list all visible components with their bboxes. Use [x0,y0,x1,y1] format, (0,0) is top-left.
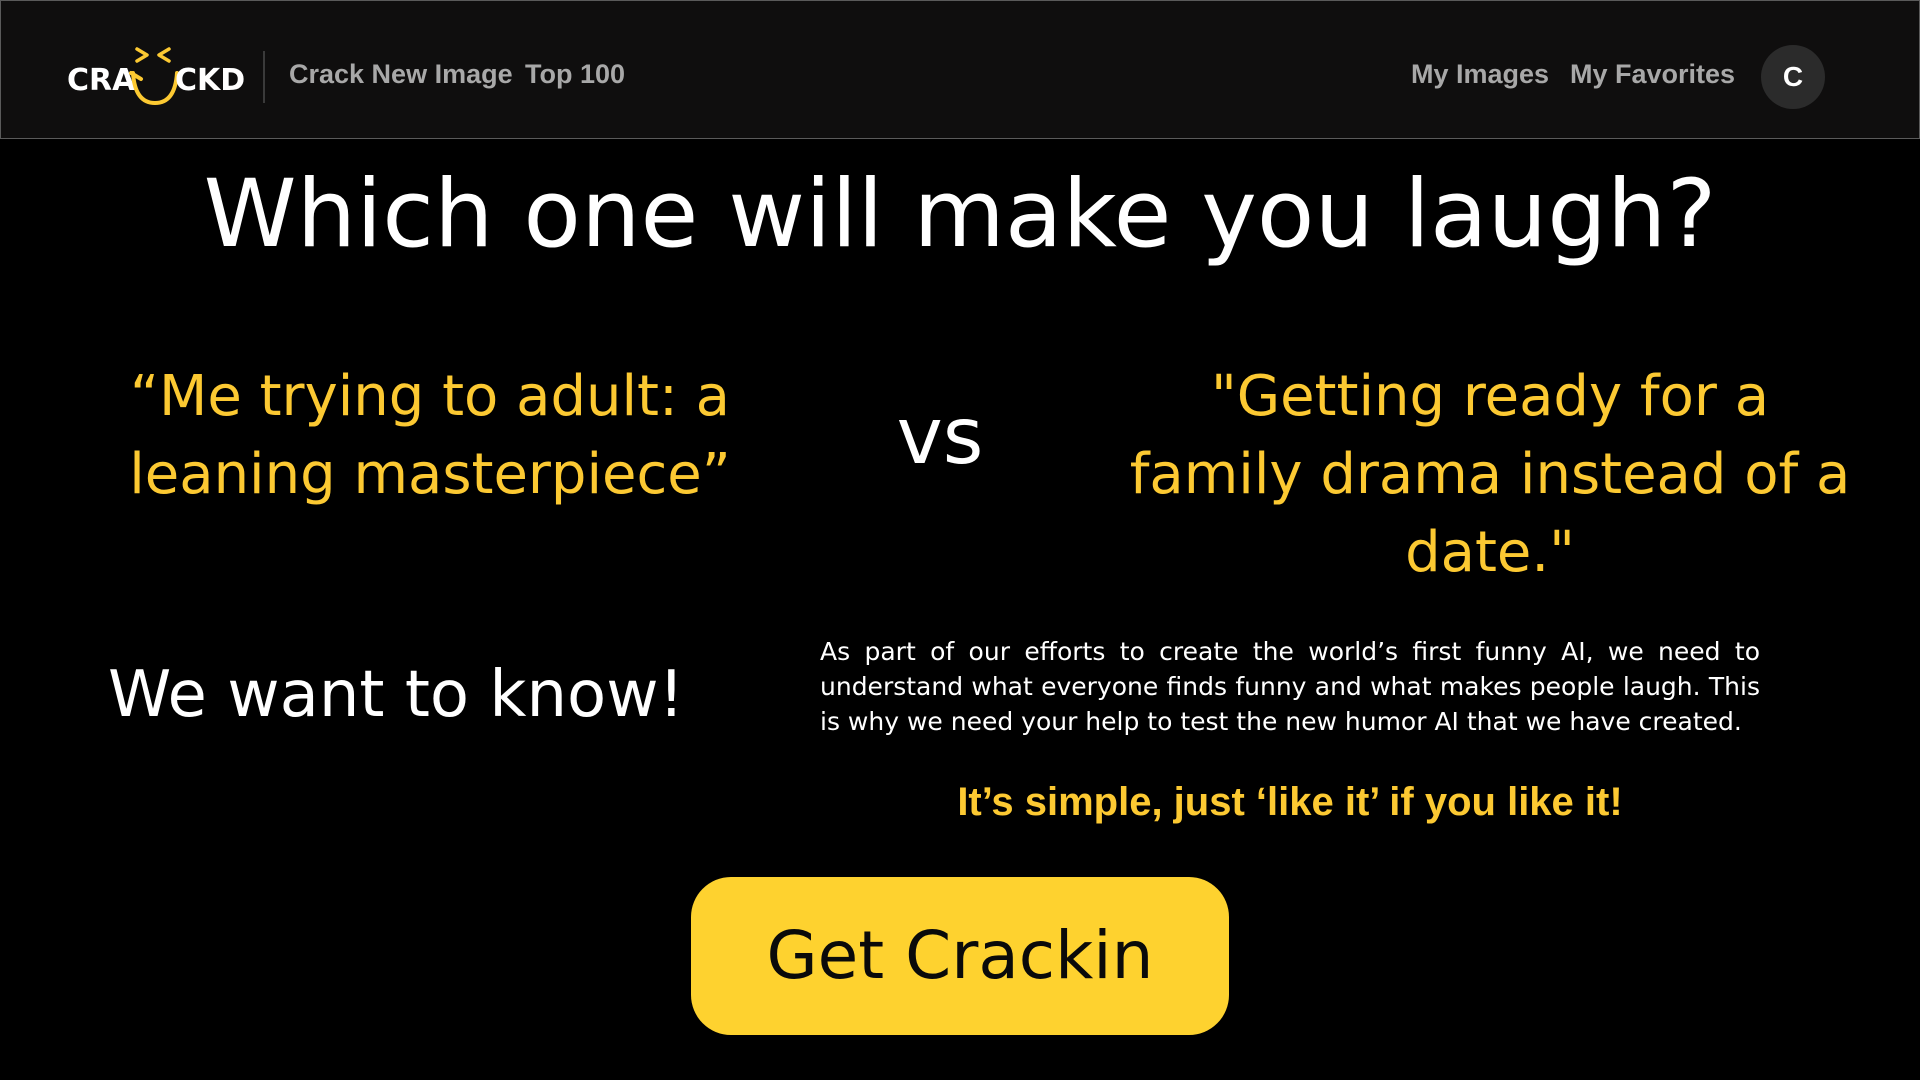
get-crackin-button[interactable]: Get Crackin [691,877,1229,1035]
user-avatar[interactable]: C [1761,45,1825,109]
crackd-logo[interactable]: CRA CKD [63,43,245,113]
nav-my-images-link[interactable]: My Images [1411,59,1549,90]
top-navbar: CRA CKD Crack New Image Top 100 My Image… [0,0,1920,139]
nav-crack-new-image-link[interactable]: Crack New Image [289,59,513,90]
laughing-face-icon [129,47,179,106]
we-want-to-know-heading: We want to know! [108,658,685,732]
nav-my-favorites-link[interactable]: My Favorites [1570,59,1735,90]
page-headline: Which one will make you laugh? [203,160,1717,269]
description-paragraph: As part of our efforts to create the wor… [820,637,1760,736]
nav-divider [263,51,265,103]
landing-page: CRA CKD Crack New Image Top 100 My Image… [0,0,1920,1080]
caption-option-right: "Getting ready for a family drama instea… [1129,364,1851,585]
caption-option-left: “Me trying to adult: a leaning masterpie… [129,364,731,507]
instruction-tagline: It’s simple, just ‘like it’ if you like … [957,780,1623,824]
logo-text-right: CKD [175,63,246,98]
logo-text-left: CRA [67,63,136,98]
nav-top-100-link[interactable]: Top 100 [525,59,625,90]
versus-label: vs [896,392,984,482]
